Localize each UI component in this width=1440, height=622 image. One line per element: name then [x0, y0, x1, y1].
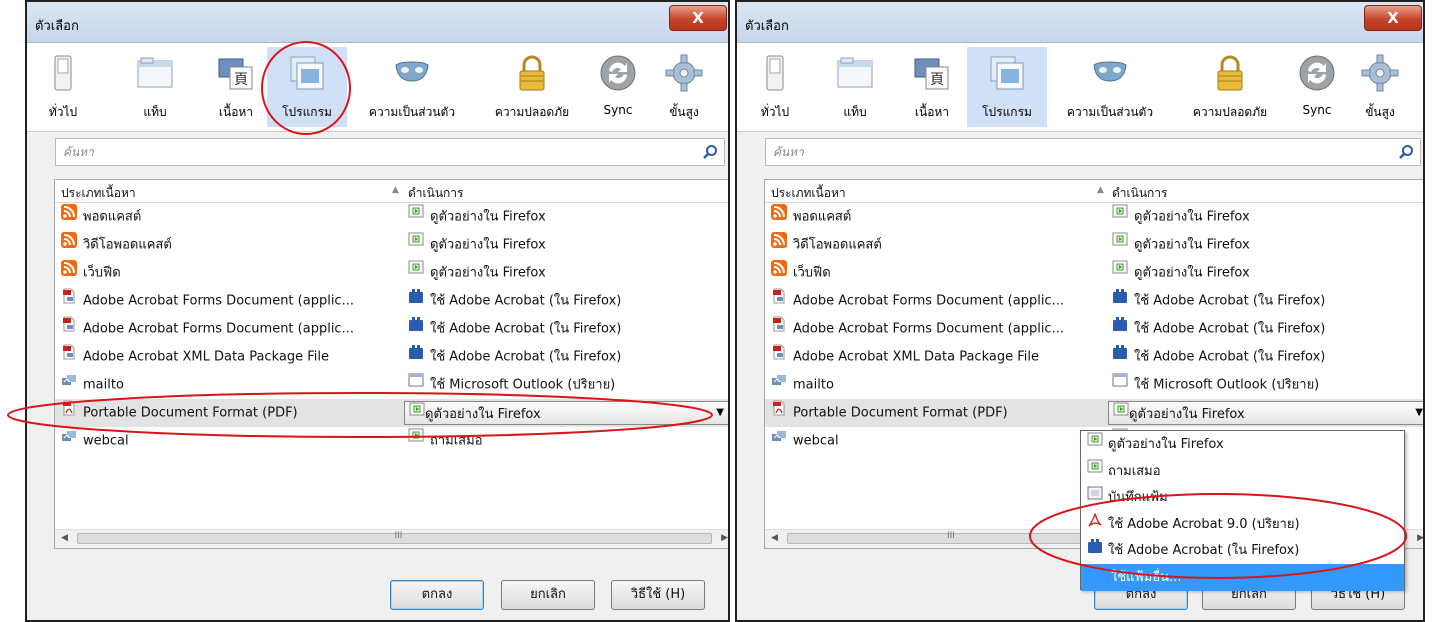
annotation-ellipse-pdf-row — [7, 392, 713, 438]
annotation-overlay — [7, 41, 1407, 579]
annotation-ellipse-acrobat-options — [1029, 493, 1407, 579]
annotation-ellipse-applications — [261, 41, 351, 135]
